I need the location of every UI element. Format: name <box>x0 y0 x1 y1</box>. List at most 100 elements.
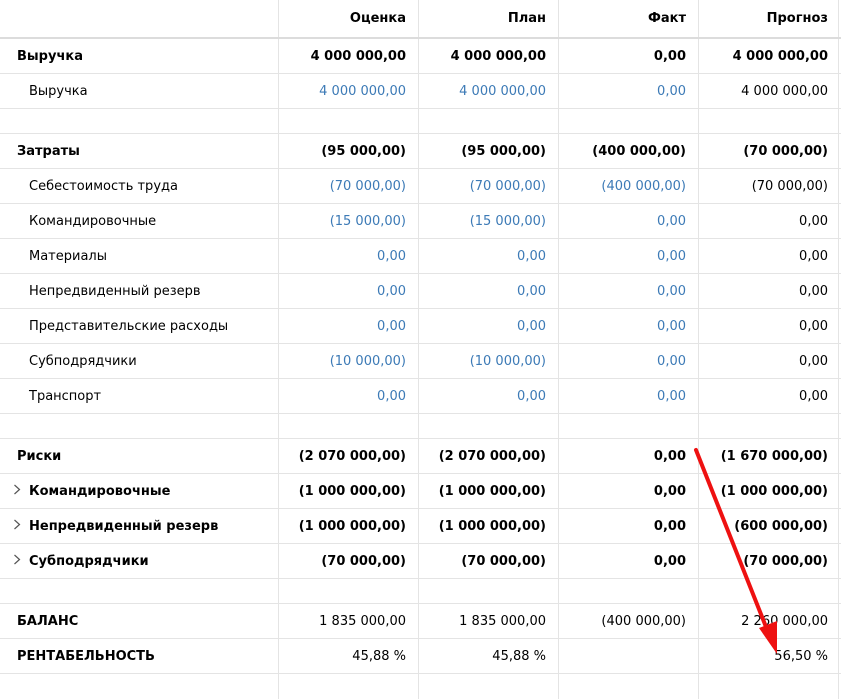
row-representation: Представительские расходы 0,00 0,00 0,00… <box>0 309 841 344</box>
value-forecast: 0,00 <box>699 274 839 308</box>
value-plan-link[interactable]: 0,00 <box>419 379 559 413</box>
row-label: Представительские расходы <box>0 309 279 343</box>
row-revenue-total: Выручка 4 000 000,00 4 000 000,00 0,00 4… <box>0 39 841 74</box>
row-label: Материалы <box>0 239 279 273</box>
header-fact[interactable]: Факт <box>559 0 699 37</box>
value-estimate-link[interactable]: 0,00 <box>279 309 419 343</box>
row-costs-total: Затраты (95 000,00) (95 000,00) (400 000… <box>0 134 841 169</box>
spacer-cell <box>559 109 699 133</box>
row-balance: БАЛАНС 1 835 000,00 1 835 000,00 (400 00… <box>0 604 841 639</box>
value-forecast: (600 000,00) <box>699 509 839 543</box>
value-forecast: (1 000 000,00) <box>699 474 839 508</box>
value-plan-link[interactable]: 0,00 <box>419 239 559 273</box>
value-estimate: (95 000,00) <box>279 134 419 168</box>
value-fact-link[interactable]: 0,00 <box>559 204 699 238</box>
value-fact-link[interactable]: 0,00 <box>559 239 699 273</box>
value-fact-link[interactable]: 0,00 <box>559 274 699 308</box>
row-subcontractors: Субподрядчики (10 000,00) (10 000,00) 0,… <box>0 344 841 379</box>
header-forecast[interactable]: Прогноз <box>699 0 839 37</box>
spacer-row <box>0 674 841 699</box>
row-label: Командировочные <box>29 483 171 499</box>
spacer-cell <box>419 109 559 133</box>
spacer-cell <box>279 579 419 603</box>
row-label: Командировочные <box>0 204 279 238</box>
row-profitability: РЕНТАБЕЛЬНОСТЬ 45,88 % 45,88 % 56,50 % <box>0 639 841 674</box>
spacer-cell <box>419 674 559 699</box>
spacer-cell <box>419 579 559 603</box>
value-forecast: 0,00 <box>699 239 839 273</box>
value-forecast: 4 000 000,00 <box>699 74 839 108</box>
spacer-cell <box>279 109 419 133</box>
expandable-label-cell[interactable]: Субподрядчики <box>0 544 279 578</box>
value-plan: (1 000 000,00) <box>419 509 559 543</box>
spacer-cell <box>699 109 839 133</box>
spacer-cell <box>279 414 419 438</box>
expandable-label-cell[interactable]: Командировочные <box>0 474 279 508</box>
value-estimate: (2 070 000,00) <box>279 439 419 473</box>
value-estimate-link[interactable]: 4 000 000,00 <box>279 74 419 108</box>
value-plan-link[interactable]: 4 000 000,00 <box>419 74 559 108</box>
value-fact: 0,00 <box>559 39 699 73</box>
value-fact: (400 000,00) <box>559 134 699 168</box>
row-label: Себестоимость труда <box>0 169 279 203</box>
row-label: Транспорт <box>0 379 279 413</box>
spacer-cell <box>559 674 699 699</box>
row-risk-contingency[interactable]: Непредвиденный резерв (1 000 000,00) (1 … <box>0 509 841 544</box>
header-plan[interactable]: План <box>419 0 559 37</box>
value-fact-link[interactable]: 0,00 <box>559 309 699 343</box>
row-label: Непредвиденный резерв <box>0 274 279 308</box>
value-estimate: 4 000 000,00 <box>279 39 419 73</box>
value-estimate-link[interactable]: (15 000,00) <box>279 204 419 238</box>
value-plan: 1 835 000,00 <box>419 604 559 638</box>
chevron-right-icon[interactable] <box>13 519 25 534</box>
value-fact: 0,00 <box>559 439 699 473</box>
row-travel: Командировочные (15 000,00) (15 000,00) … <box>0 204 841 239</box>
row-risk-travel[interactable]: Командировочные (1 000 000,00) (1 000 00… <box>0 474 841 509</box>
value-plan: (95 000,00) <box>419 134 559 168</box>
value-plan: (1 000 000,00) <box>419 474 559 508</box>
header-estimate[interactable]: Оценка <box>279 0 419 37</box>
spacer-row <box>0 579 841 604</box>
value-estimate: (1 000 000,00) <box>279 509 419 543</box>
chevron-right-icon[interactable] <box>13 484 25 499</box>
row-risk-subcontractors[interactable]: Субподрядчики (70 000,00) (70 000,00) 0,… <box>0 544 841 579</box>
row-label: Субподрядчики <box>0 344 279 378</box>
spacer-row <box>0 414 841 439</box>
spacer-cell <box>559 579 699 603</box>
header-blank <box>0 0 279 37</box>
row-risks-total: Риски (2 070 000,00) (2 070 000,00) 0,00… <box>0 439 841 474</box>
value-plan-link[interactable]: (10 000,00) <box>419 344 559 378</box>
row-labor-cost: Себестоимость труда (70 000,00) (70 000,… <box>0 169 841 204</box>
value-plan-link[interactable]: 0,00 <box>419 274 559 308</box>
value-fact-link[interactable]: (400 000,00) <box>559 169 699 203</box>
value-estimate-link[interactable]: 0,00 <box>279 274 419 308</box>
value-fact-link[interactable]: 0,00 <box>559 74 699 108</box>
row-label: Выручка <box>0 39 279 73</box>
value-fact: 0,00 <box>559 544 699 578</box>
value-forecast: (70 000,00) <box>699 544 839 578</box>
value-estimate-link[interactable]: 0,00 <box>279 239 419 273</box>
spacer-cell <box>699 674 839 699</box>
value-plan-link[interactable]: (15 000,00) <box>419 204 559 238</box>
report-grid: Оценка План Факт Прогноз Выручка 4 000 0… <box>0 0 841 699</box>
value-estimate-link[interactable]: (10 000,00) <box>279 344 419 378</box>
value-plan-link[interactable]: (70 000,00) <box>419 169 559 203</box>
spacer-cell <box>699 414 839 438</box>
row-label: Затраты <box>0 134 279 168</box>
value-estimate: 1 835 000,00 <box>279 604 419 638</box>
value-estimate-link[interactable]: 0,00 <box>279 379 419 413</box>
value-fact-link[interactable]: 0,00 <box>559 379 699 413</box>
expandable-label-cell[interactable]: Непредвиденный резерв <box>0 509 279 543</box>
spacer-cell <box>559 414 699 438</box>
grid-header: Оценка План Факт Прогноз <box>0 0 841 39</box>
value-forecast: 56,50 % <box>699 639 839 673</box>
spacer-row <box>0 109 841 134</box>
value-estimate-link[interactable]: (70 000,00) <box>279 169 419 203</box>
value-forecast: (70 000,00) <box>699 134 839 168</box>
row-label: Субподрядчики <box>29 553 149 569</box>
spacer-cell <box>419 414 559 438</box>
row-label: БАЛАНС <box>0 604 279 638</box>
chevron-right-icon[interactable] <box>13 554 25 569</box>
value-fact-link[interactable]: 0,00 <box>559 344 699 378</box>
value-plan-link[interactable]: 0,00 <box>419 309 559 343</box>
